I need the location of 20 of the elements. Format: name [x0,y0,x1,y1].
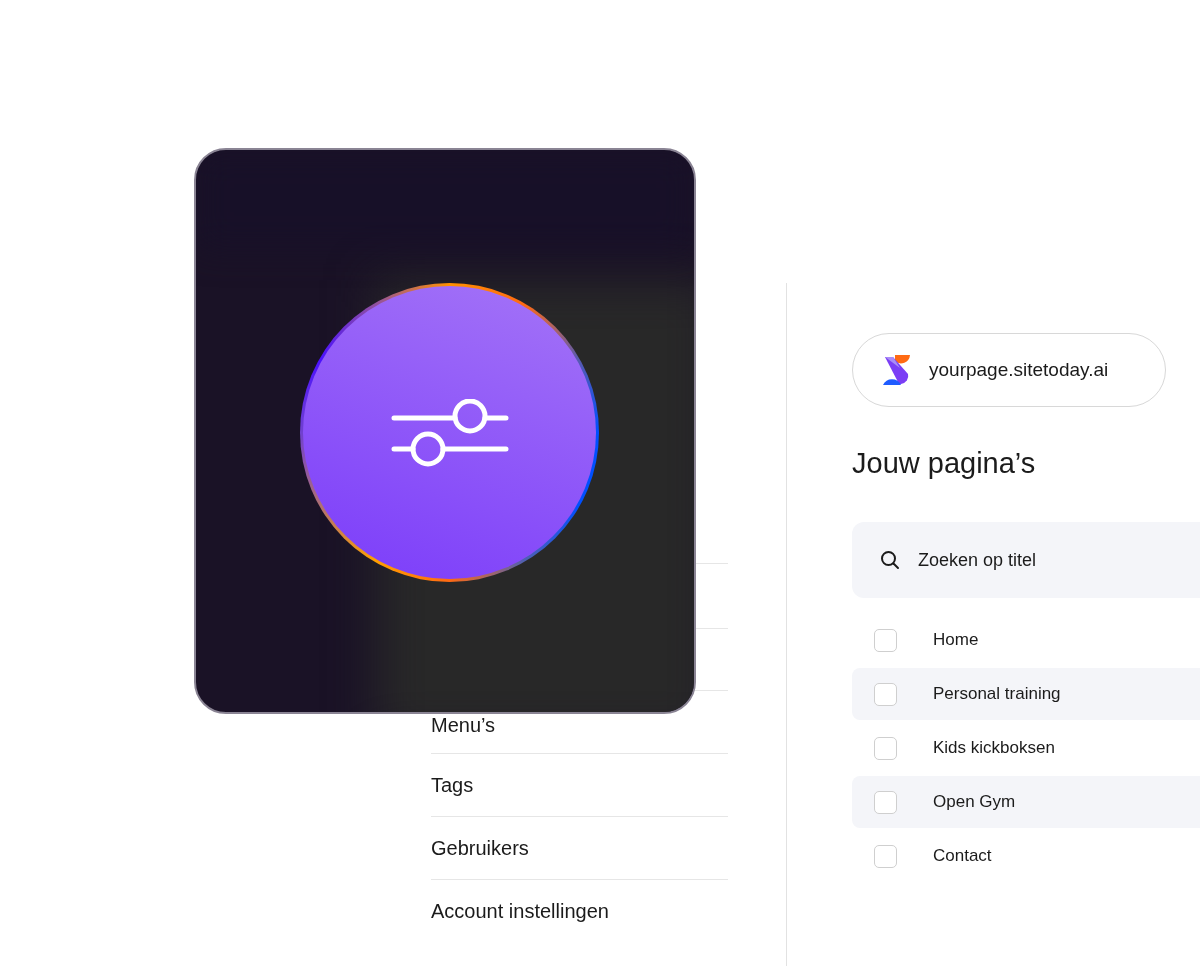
menu-item[interactable]: Tags [431,770,474,800]
search-icon [880,550,900,570]
page-title[interactable]: Personal training [933,681,1061,707]
menu-item[interactable]: Account instellingen [431,896,609,926]
page-title[interactable]: Kids kickboksen [933,735,1055,761]
checkbox[interactable] [874,736,897,760]
checkbox[interactable] [874,628,897,652]
sliders-icon [390,398,509,467]
page-title[interactable]: Contact [933,843,992,869]
checkbox[interactable] [874,844,897,868]
page-title[interactable]: Open Gym [933,789,1016,815]
site-url: yourpage.sitetoday.ai [929,357,1109,382]
search-field[interactable]: Zoeken op titel [852,522,1200,598]
menu-item[interactable]: Gebruikers [431,833,529,863]
checkbox[interactable] [874,790,897,814]
pages-title: Jouw pagina’s [852,446,1037,481]
logo-icon [881,354,911,386]
checkbox[interactable] [874,682,897,706]
menu-item[interactable]: Menu’s [431,710,496,740]
page-title[interactable]: Home [933,627,979,653]
